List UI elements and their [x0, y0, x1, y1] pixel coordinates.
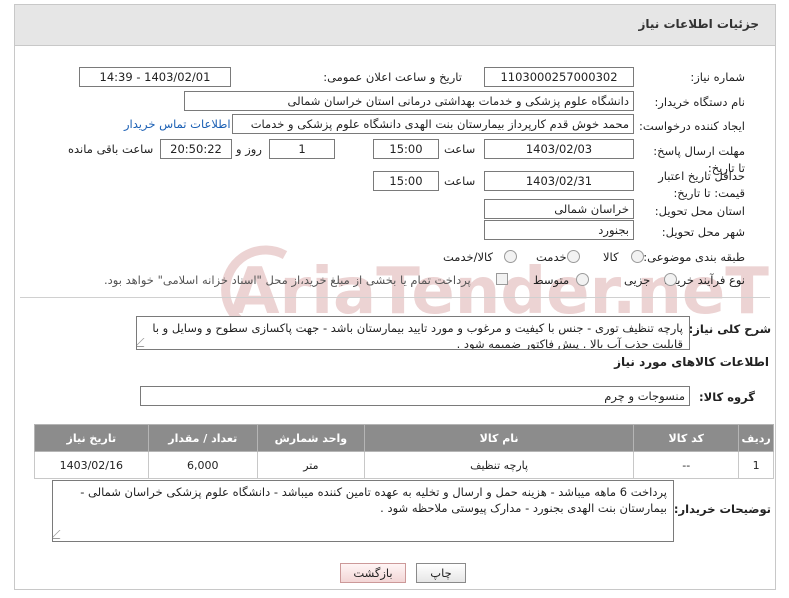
goods-section-title: اطلاعات کالاهای مورد نیاز — [614, 355, 769, 369]
category-goods-service-label: کالا/خدمت — [443, 250, 494, 264]
category-label: طبقه بندی موضوعی: — [643, 250, 745, 264]
description-textarea[interactable]: پارچه تنظیف توری - جنس با کیفیت و مرغوب … — [136, 316, 690, 350]
need-number-label: شماره نیاز: — [690, 70, 745, 84]
cell-date: 1403/02/16 — [34, 451, 149, 479]
resize-handle-icon[interactable] — [137, 338, 153, 347]
process-medium-radio[interactable] — [576, 273, 589, 286]
validity-time-label: ساعت — [444, 174, 476, 188]
city-field[interactable]: بجنورد — [484, 220, 634, 240]
creator-field[interactable]: محمد خوش قدم کارپرداز بیمارستان بنت الهد… — [232, 114, 634, 134]
buyer-label: نام دستگاه خریدار: — [654, 95, 745, 109]
col-name-header: نام کالا — [363, 424, 635, 452]
col-index-header: ردیف — [738, 424, 774, 452]
remaining-label: ساعت باقی مانده — [68, 142, 154, 156]
process-minor-label: جزیی — [624, 273, 651, 287]
divider — [20, 297, 770, 298]
treasury-payment-label: پرداخت تمام یا بخشی از مبلغ خرید،از محل … — [104, 273, 471, 287]
category-service-radio[interactable] — [567, 250, 580, 263]
goods-group-field[interactable]: منسوجات و چرم — [140, 386, 690, 406]
col-date-header: تاریخ نیاز — [34, 424, 149, 452]
goods-group-label: گروه کالا: — [699, 390, 755, 404]
category-goods-radio[interactable] — [631, 250, 644, 263]
goods-table: ردیف کد کالا نام کالا واحد شمارش تعداد /… — [34, 424, 774, 479]
deadline-date-field[interactable]: 1403/02/03 — [484, 139, 634, 159]
contact-buyer-link[interactable]: اطلاعات تماس خریدار — [124, 117, 231, 131]
city-label: شهر محل تحویل: — [661, 225, 745, 239]
buyer-notes-textarea[interactable]: پرداخت 6 ماهه میباشد - هزینه حمل و ارسال… — [52, 480, 674, 542]
table-header-row: ردیف کد کالا نام کالا واحد شمارش تعداد /… — [34, 424, 774, 452]
description-text: پارچه تنظیف توری - جنس با کیفیت و مرغوب … — [152, 321, 683, 350]
announce-field[interactable]: 1403/02/01 - 14:39 — [79, 67, 231, 87]
print-button[interactable]: چاپ — [416, 563, 466, 583]
col-unit-header: واحد شمارش — [256, 424, 365, 452]
validity-date-field[interactable]: 1403/02/31 — [484, 171, 634, 191]
days-field[interactable]: 1 — [269, 139, 335, 159]
cell-code: -- — [633, 451, 740, 479]
days-label: روز و — [236, 142, 262, 156]
creator-label: ایجاد کننده درخواست: — [639, 119, 745, 133]
back-button[interactable]: بازگشت — [340, 563, 406, 583]
deadline-time-field[interactable]: 15:00 — [373, 139, 439, 159]
buyer-notes-text: پرداخت 6 ماهه میباشد - هزینه حمل و ارسال… — [80, 485, 667, 515]
buyer-field[interactable]: دانشگاه علوم پزشکی و خدمات بهداشتی درمان… — [184, 91, 634, 111]
process-minor-radio[interactable] — [664, 273, 677, 286]
province-label: استان محل تحویل: — [654, 204, 745, 218]
announce-label: تاریخ و ساعت اعلان عمومی: — [323, 70, 462, 84]
remaining-time-field[interactable]: 20:50:22 — [160, 139, 232, 159]
col-code-header: کد کالا — [633, 424, 740, 452]
table-row[interactable]: 1 -- پارچه تنظیف متر 6,000 1403/02/16 — [34, 451, 774, 479]
panel-header: جزئیات اطلاعات نیاز — [14, 4, 776, 46]
validity-label: حداقل تاریخ اعتبار قیمت: تا تاریخ: — [658, 169, 745, 200]
description-label: شرح کلی نیاز: — [688, 322, 771, 336]
category-goods-service-radio[interactable] — [504, 250, 517, 263]
buyer-notes-label: توضیحات خریدار: — [673, 502, 771, 516]
cell-unit: متر — [256, 451, 365, 479]
page-title: جزئیات اطلاعات نیاز — [638, 17, 759, 31]
resize-handle-icon[interactable] — [53, 530, 69, 539]
province-field[interactable]: خراسان شمالی — [484, 199, 634, 219]
category-goods-label: کالا — [603, 250, 619, 264]
need-number-field[interactable]: 1103000257000302 — [484, 67, 634, 87]
col-qty-header: تعداد / مقدار — [147, 424, 258, 452]
validity-time-field[interactable]: 15:00 — [373, 171, 439, 191]
process-medium-label: متوسط — [533, 273, 570, 287]
cell-qty: 6,000 — [147, 451, 258, 479]
treasury-payment-checkbox[interactable] — [496, 273, 508, 285]
category-service-label: خدمت — [536, 250, 567, 264]
deadline-time-label: ساعت — [444, 142, 476, 156]
cell-index: 1 — [738, 451, 774, 479]
cell-name: پارچه تنظیف — [363, 451, 635, 479]
